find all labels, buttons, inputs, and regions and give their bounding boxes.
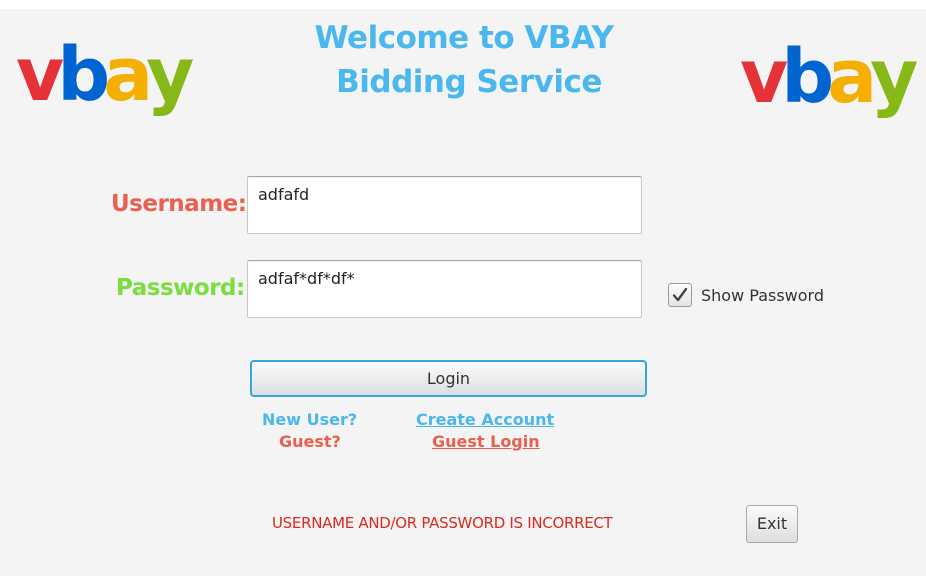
show-password-label[interactable]: Show Password [701,286,824,305]
vbay-logo-right: vbay [740,34,918,120]
username-label: Username: [111,191,247,217]
logo-letter-y: y [870,34,918,120]
username-input[interactable] [258,185,618,204]
checkmark-icon [672,287,688,302]
logo-letter-v: v [740,34,788,120]
create-account-link[interactable]: Create Account [416,410,554,429]
guest-login-link[interactable]: Guest Login [432,432,540,451]
password-input[interactable] [258,269,618,288]
logo-letter-a: a [827,34,877,120]
login-button[interactable]: Login [250,360,647,397]
new-user-prompt: New User? [262,410,358,429]
show-password-toggle[interactable]: Show Password [668,283,824,307]
logo-letter-a: a [103,32,153,118]
show-password-checkbox[interactable] [668,283,692,307]
logo-letter-b: b [781,34,834,120]
vbay-logo-left: vbay [16,32,194,118]
welcome-title: Welcome to VBAY [314,20,614,56]
username-field-box[interactable] [247,176,642,234]
password-label: Password: [116,275,245,301]
logo-letter-y: y [146,32,194,118]
logo-letter-v: v [16,32,64,118]
welcome-subtitle: Bidding Service [336,64,602,100]
error-message: USERNAME AND/OR PASSWORD IS INCORRECT [272,514,613,532]
password-field-box[interactable] [247,260,642,318]
logo-letter-b: b [57,32,110,118]
guest-prompt: Guest? [279,432,341,451]
exit-button[interactable]: Exit [746,505,798,543]
